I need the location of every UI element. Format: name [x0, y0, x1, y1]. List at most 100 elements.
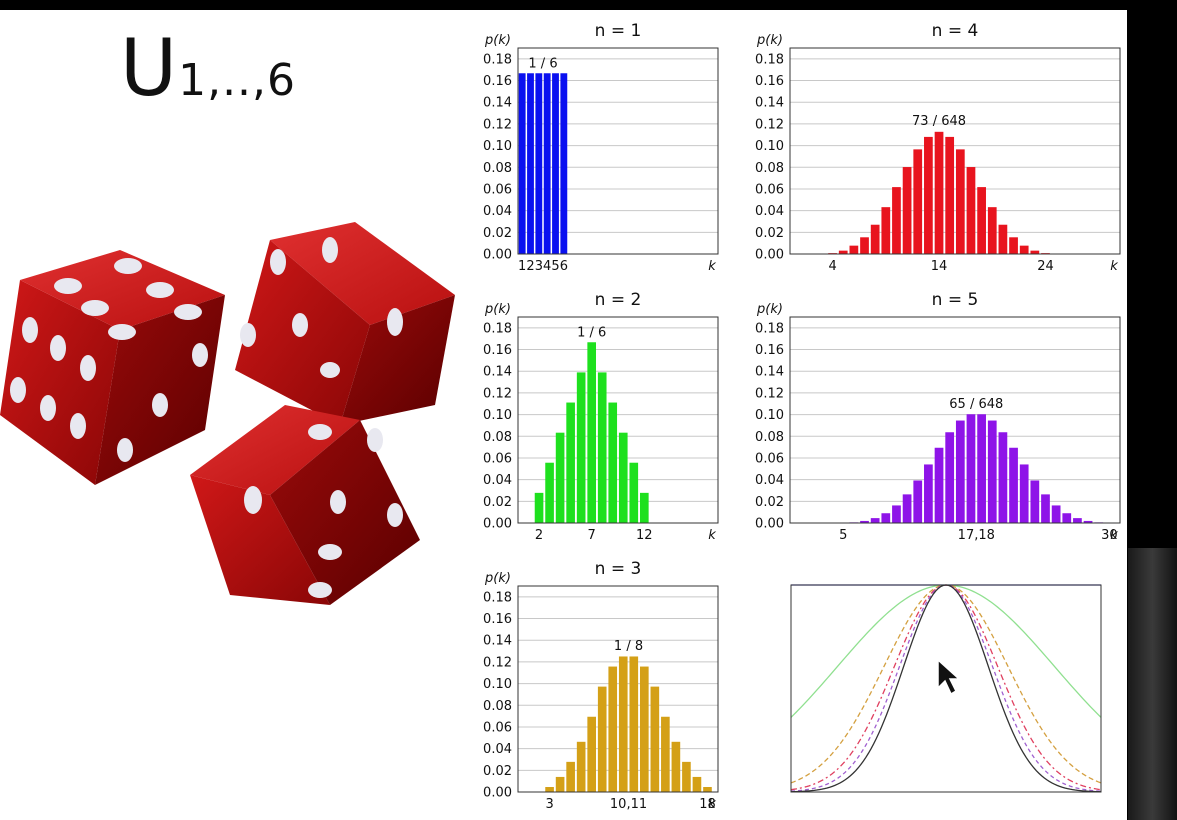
- y-tick-label: 0.02: [755, 226, 784, 241]
- bar: [977, 187, 986, 254]
- y-axis-label: p(k): [484, 33, 511, 48]
- y-tick-label: 0.06: [483, 451, 512, 466]
- x-tick-label: 2: [526, 259, 534, 274]
- bar: [966, 167, 976, 254]
- peak-annotation: 1 / 8: [614, 639, 643, 654]
- peak-annotation: 1 / 6: [577, 326, 606, 341]
- bar: [1051, 505, 1061, 523]
- y-tick-label: 0.18: [483, 52, 512, 67]
- y-tick-label: 0.12: [483, 117, 512, 132]
- histogram-n4: 0.00 0.02 0.04 0.06 0.08 0.10 0.12 0.14 0.16 0.18…: [755, 21, 1121, 274]
- bar: [640, 666, 649, 792]
- x-tick-label: 14: [931, 259, 948, 274]
- y-tick-label: 0.06: [755, 451, 784, 466]
- histogram-n1: 0.00 0.02 0.04 0.06 0.08 0.10 0.12 0.14 0.16 0.18…: [483, 21, 719, 274]
- bar: [1019, 464, 1029, 523]
- x-tick-label: 10,11: [610, 797, 647, 812]
- bar: [881, 207, 891, 254]
- y-tick-label: 0.10: [755, 408, 784, 423]
- bar: [892, 187, 901, 254]
- chart-title: n = 2: [595, 290, 642, 310]
- y-tick-label: 0.02: [483, 226, 512, 241]
- bar: [587, 716, 596, 792]
- x-tick-label: 7: [588, 528, 596, 543]
- bar: [661, 716, 670, 792]
- y-tick-label: 0.14: [483, 365, 512, 380]
- bar: [913, 149, 923, 254]
- bar: [597, 686, 607, 792]
- bar: [1073, 518, 1082, 523]
- y-tick-label: 0.16: [483, 343, 512, 358]
- bar: [1009, 447, 1018, 523]
- y-tick-label: 0.12: [755, 386, 784, 401]
- x-tick-label: 3: [545, 797, 553, 812]
- y-tick-label: 0.14: [483, 96, 512, 111]
- x-tick-label: 4: [828, 259, 836, 274]
- x-tick-label: 3: [535, 259, 543, 274]
- slide-title: U1,..,6: [120, 30, 296, 108]
- y-tick-label: 0.00: [483, 786, 512, 801]
- bar: [608, 402, 618, 523]
- y-tick-label: 0.10: [483, 677, 512, 692]
- bar: [608, 666, 618, 792]
- bar: [838, 250, 848, 254]
- y-tick-label: 0.18: [755, 321, 784, 336]
- plot-frame: [789, 316, 1121, 524]
- bar: [671, 741, 681, 792]
- bar: [860, 237, 869, 254]
- histogram-n2: 0.00 0.02 0.04 0.06 0.08 0.10 0.12 0.14 0.16 0.18…: [483, 290, 719, 543]
- x-tick-label: 4: [543, 259, 551, 274]
- bar: [555, 776, 565, 792]
- y-tick-label: 0.00: [483, 248, 512, 263]
- y-axis-label: p(k): [756, 33, 783, 48]
- y-axis-label: p(k): [484, 302, 511, 317]
- histogram-n5: 0.00 0.02 0.04 0.06 0.08 0.10 0.12 0.14 0.16 0.18…: [755, 290, 1121, 543]
- bar: [924, 464, 933, 523]
- bar: [692, 776, 702, 792]
- bar: [597, 372, 607, 523]
- bar: [987, 420, 997, 523]
- bar: [998, 432, 1008, 523]
- y-tick-label: 0.08: [755, 161, 784, 176]
- bar: [640, 492, 649, 523]
- x-tick-label: 5: [839, 528, 847, 543]
- x-tick-label: 5: [551, 259, 559, 274]
- bar: [629, 462, 639, 523]
- y-tick-label: 0.16: [755, 343, 784, 358]
- bar: [545, 787, 554, 792]
- bar: [987, 207, 997, 254]
- dice-illustration: [0, 222, 455, 605]
- peak-annotation: 1 / 6: [528, 57, 557, 72]
- y-tick-label: 0.06: [755, 182, 784, 197]
- y-axis-label: p(k): [756, 302, 783, 317]
- x-axis-label: k: [708, 528, 716, 543]
- histogram-n3: 0.00 0.02 0.04 0.06 0.08 0.10 0.12 0.14 0.16 0.18…: [483, 559, 719, 812]
- bar: [934, 447, 944, 523]
- presenter-video-strip: [1128, 548, 1177, 820]
- bar: [1062, 513, 1072, 523]
- plot-frame: [789, 47, 1121, 255]
- bar: [1041, 494, 1050, 523]
- bar: [535, 73, 543, 254]
- y-tick-label: 0.12: [483, 655, 512, 670]
- bar: [945, 136, 955, 254]
- die-bottom: [190, 405, 420, 605]
- y-tick-label: 0.18: [483, 321, 512, 336]
- y-tick-label: 0.14: [755, 365, 784, 380]
- y-tick-label: 0.04: [483, 473, 512, 488]
- bar: [913, 480, 923, 523]
- y-tick-label: 0.14: [755, 96, 784, 111]
- bar: [552, 73, 559, 254]
- y-tick-label: 0.08: [483, 161, 512, 176]
- y-tick-label: 0.00: [755, 248, 784, 263]
- bar: [629, 656, 639, 792]
- bar: [998, 224, 1008, 254]
- bar: [870, 518, 880, 523]
- bar: [955, 149, 965, 254]
- bar: [1030, 250, 1040, 254]
- bar: [1009, 237, 1018, 254]
- mouse-cursor-icon: [937, 658, 961, 696]
- x-tick-label: 24: [1037, 259, 1054, 274]
- y-tick-label: 0.06: [483, 720, 512, 735]
- y-tick-label: 0.16: [483, 612, 512, 627]
